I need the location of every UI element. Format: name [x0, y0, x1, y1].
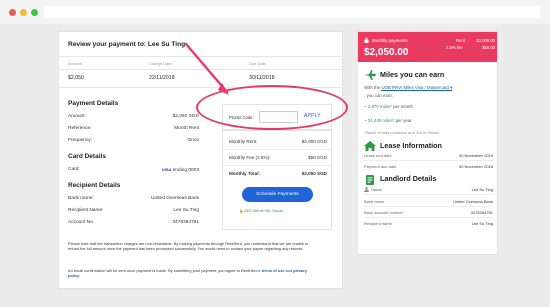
- email-note-text: An email confirmation will be sent once …: [68, 268, 262, 273]
- card-details-heading: Card Details: [68, 153, 106, 160]
- landlord-value: Lee Su Ting: [471, 187, 493, 192]
- charge-date-column-header: Charge Date: [149, 61, 172, 66]
- fee-value: $50.00: [482, 45, 495, 50]
- browser-toolbar: [0, 0, 550, 24]
- amount-value: $2,050: [68, 75, 84, 81]
- detail-label: Frequency:: [68, 138, 92, 143]
- schedule-payments-button[interactable]: Schedule Payments: [242, 187, 313, 202]
- recipient-details-heading: Recipient Details: [68, 182, 121, 189]
- miles-per-year: ~ 34,440 miles* per year: [364, 118, 412, 123]
- divider: [364, 194, 493, 195]
- divider: [364, 217, 493, 218]
- landlord-value: United Overseas Bank: [452, 199, 493, 204]
- payment-details-heading: Payment Details: [68, 100, 119, 107]
- payment-summary-box: Monthly Rent: $2,000 SGD Monthly Fee (2.…: [222, 130, 332, 230]
- due-date-value: 30/11/2018: [249, 75, 275, 81]
- period-text: .: [79, 273, 81, 279]
- person-icon: [364, 187, 369, 192]
- landlord-value: Lee Su Ting: [471, 221, 493, 226]
- monthly-payment-amount: $2,050.00: [364, 47, 409, 58]
- lease-label: Payment due date: [364, 164, 397, 169]
- lease-value: 30 November 2018: [458, 164, 493, 169]
- detail-label: Account No.: [68, 220, 95, 225]
- card-label: Card:: [68, 167, 80, 172]
- detail-value: United Overseas Bank: [151, 196, 199, 201]
- landlord-label: Recipient name: [364, 221, 392, 226]
- detail-label: Recipient Name:: [68, 208, 104, 213]
- review-payment-panel: Review your payment to: Lee Su Ting Amou…: [58, 31, 343, 289]
- chevron-down-icon: ▾: [450, 85, 453, 90]
- with-text: With the: [364, 85, 382, 90]
- detail-value: Once: [187, 138, 199, 143]
- rent-label: Rent: [456, 38, 465, 43]
- document-icon: [366, 175, 374, 185]
- refund-disclaimer: Please note that the transaction charges…: [68, 241, 309, 252]
- ssl-text: AES 256-bit SSL Secure: [244, 209, 284, 213]
- home-icon: [364, 141, 376, 151]
- airplane-icon: [364, 70, 376, 80]
- summary-value: $2,050 SGD: [301, 171, 327, 176]
- divider: [223, 149, 331, 150]
- minimize-window-dot[interactable]: [20, 9, 27, 16]
- rent-value: $2,000.00: [476, 38, 495, 43]
- miles-footnote: * Based on miles conversion as of 31st o…: [364, 131, 440, 135]
- landlord-value: 3478394781: [470, 210, 493, 215]
- card-select-value: UOB PRVI Miles Visa / Mastercard: [381, 85, 449, 90]
- payment-summary-sidebar: Monthly payments $2,050.00 Rent $2,000.0…: [357, 31, 498, 255]
- per-year-label: per year: [394, 118, 412, 123]
- email-confirmation-note: An email confirmation will be sent once …: [68, 268, 318, 278]
- landlord-details-heading: Landlord Details: [380, 174, 437, 183]
- card-value: VISA ending 0003: [162, 167, 199, 173]
- per-month-label: per month: [391, 104, 413, 109]
- visa-icon: VISA: [161, 167, 172, 172]
- terms-of-use-link[interactable]: terms of use: [261, 268, 284, 273]
- lease-label: Lease end date: [364, 153, 392, 158]
- lock-icon: [364, 37, 369, 43]
- maximize-window-dot[interactable]: [31, 9, 38, 16]
- lease-information-heading: Lease Information: [380, 141, 442, 150]
- summary-value: $50 SGD: [308, 155, 327, 160]
- monthly-payments-banner: Monthly payments $2,050.00 Rent $2,000.0…: [358, 32, 497, 62]
- detail-label: Bank name:: [68, 196, 94, 201]
- you-can-earn-text: , you can earn:: [364, 93, 394, 98]
- detail-label: Reference:: [68, 126, 92, 131]
- promo-highlight-circle: [196, 85, 348, 130]
- summary-label: Monthly Fee (2.5%):: [229, 155, 271, 160]
- divider: [59, 69, 342, 70]
- summary-value: $2,000 SGD: [301, 139, 327, 144]
- detail-value: $2,050 SGD: [172, 114, 199, 119]
- lease-value: 30 November 2019: [458, 153, 493, 158]
- fee-label: 2.5% fee: [446, 45, 463, 50]
- address-bar[interactable]: [44, 6, 540, 18]
- summary-label: Monthly Total:: [229, 171, 261, 176]
- detail-label: Amount:: [68, 114, 86, 119]
- amount-column-header: Amount: [68, 61, 82, 66]
- conjunction-text: and: [284, 268, 294, 273]
- landlord-label: Bank name: [364, 199, 385, 204]
- divider: [223, 165, 331, 166]
- ssl-secure-note: 🔒 AES 256-bit SSL Secure: [239, 209, 284, 213]
- miles-month-value: ~ 2,870 miles*: [364, 104, 392, 109]
- detail-value: Lee Su Ting: [173, 208, 199, 213]
- due-date-column-header: Due Date: [249, 61, 266, 66]
- summary-label: Monthly Rent:: [229, 139, 258, 144]
- detail-value: Month Rent: [174, 126, 199, 131]
- divider: [59, 56, 342, 57]
- divider: [364, 206, 493, 207]
- lock-icon: 🔒: [239, 209, 244, 213]
- divider: [364, 160, 493, 161]
- review-title: Review your payment to: Lee Su Ting: [68, 41, 186, 48]
- landlord-label: Name: [371, 187, 382, 192]
- detail-value: 3478394781: [172, 220, 199, 225]
- landlord-label: Bank account number: [364, 210, 403, 215]
- miles-heading: Miles you can earn: [380, 70, 445, 79]
- monthly-payments-label: Monthly payments: [372, 38, 408, 43]
- close-window-dot[interactable]: [9, 9, 16, 16]
- charge-date-value: 22/11/2018: [149, 75, 175, 81]
- card-select-dropdown[interactable]: UOB PRVI Miles Visa / Mastercard ▾: [381, 85, 453, 91]
- card-selection-line: With the UOB PRVI Miles Visa / Mastercar…: [364, 85, 453, 91]
- miles-per-month: ~ 2,870 miles* per month: [364, 104, 413, 109]
- card-ending: ending 0003: [172, 168, 199, 173]
- miles-year-value: ~ 34,440 miles*: [364, 118, 395, 123]
